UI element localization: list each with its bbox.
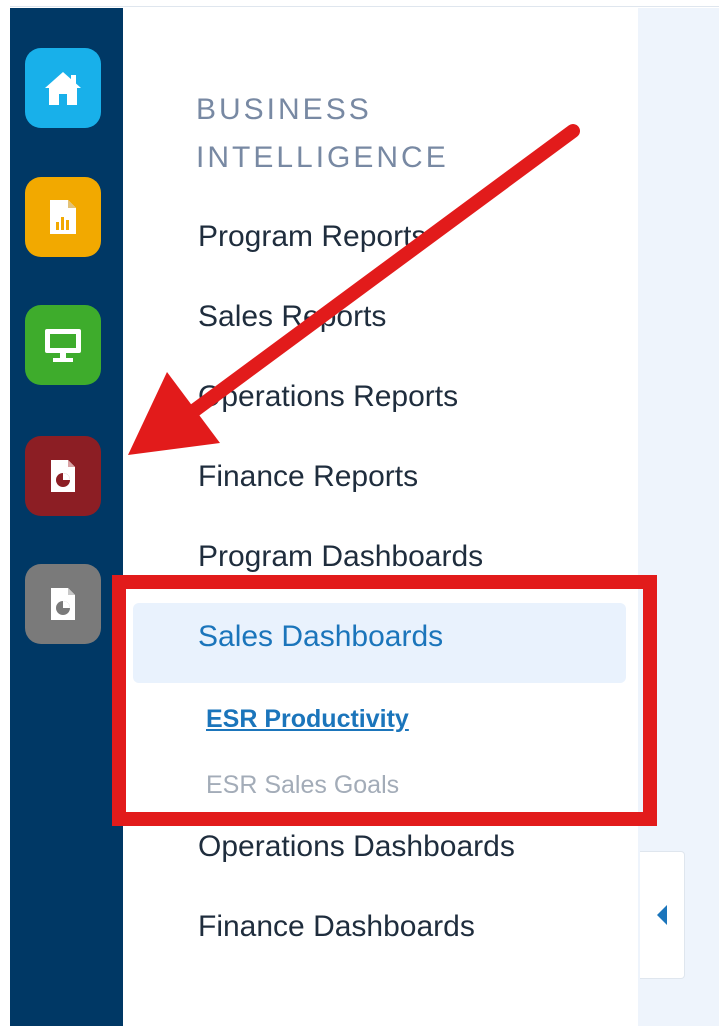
- menu-item-sales-reports[interactable]: Sales Reports: [198, 300, 386, 334]
- business-intelligence-menu: BUSINESS INTELLIGENCE Program Reports Sa…: [123, 8, 638, 1026]
- business-intelligence-button[interactable]: [25, 436, 101, 516]
- home-button[interactable]: [25, 48, 101, 128]
- reports-button[interactable]: [25, 177, 101, 257]
- home-icon: [45, 72, 81, 105]
- page-edge: [0, 0, 10, 1026]
- pie-document-icon: [51, 588, 75, 620]
- menu-item-operations-reports[interactable]: Operations Reports: [198, 380, 458, 414]
- top-border: [10, 0, 719, 7]
- menu-item-program-reports[interactable]: Program Reports: [198, 220, 426, 254]
- analytics-button[interactable]: [25, 564, 101, 644]
- dashboards-button[interactable]: [25, 305, 101, 385]
- submenu-item-esr-sales-goals[interactable]: ESR Sales Goals: [206, 771, 399, 800]
- collapse-menu-button[interactable]: [640, 851, 685, 979]
- monitor-icon: [45, 329, 81, 362]
- submenu-item-esr-productivity[interactable]: ESR Productivity: [206, 705, 409, 734]
- menu-item-finance-reports[interactable]: Finance Reports: [198, 460, 418, 494]
- menu-item-program-dashboards[interactable]: Program Dashboards: [198, 540, 483, 574]
- pie-document-icon: [51, 460, 75, 492]
- chevron-left-icon: [657, 905, 667, 925]
- section-heading: BUSINESS INTELLIGENCE: [196, 93, 449, 174]
- app-icon-rail: [10, 8, 123, 1026]
- menu-item-operations-dashboards[interactable]: Operations Dashboards: [198, 830, 515, 864]
- menu-item-sales-dashboards[interactable]: Sales Dashboards: [198, 620, 443, 654]
- menu-item-finance-dashboards[interactable]: Finance Dashboards: [198, 910, 475, 944]
- bar-report-icon: [50, 200, 76, 234]
